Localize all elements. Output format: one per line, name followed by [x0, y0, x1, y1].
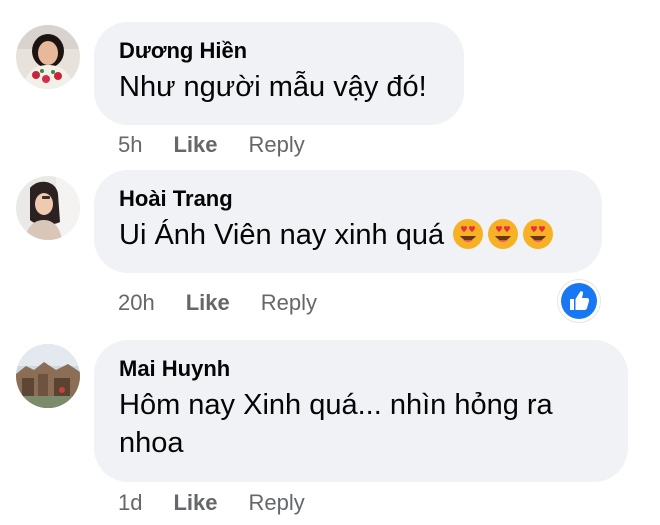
comment-author[interactable]: Hoài Trang — [119, 186, 576, 212]
comment-timestamp[interactable]: 5h — [118, 132, 142, 158]
comment-actions: 1d Like Reply — [118, 490, 336, 516]
comment-author[interactable]: Dương Hiền — [119, 38, 438, 64]
comment-author[interactable]: Mai Huynh — [119, 356, 602, 382]
heart-eyes-emoji — [453, 219, 484, 249]
profile-photo-icon — [16, 344, 80, 408]
heart-eyes-emoji — [523, 219, 554, 249]
profile-photo-icon — [16, 176, 80, 240]
comment-actions: 5h Like Reply — [118, 132, 336, 158]
avatar[interactable] — [16, 344, 80, 408]
comment-text-content: Ui Ánh Viên nay xinh quá — [119, 219, 445, 251]
reply-button[interactable]: Reply — [261, 290, 317, 316]
like-button[interactable]: Like — [173, 132, 217, 158]
comment-bubble: Hoài Trang Ui Ánh Viên nay xinh quá — [94, 170, 602, 273]
comment-text: Như người mẫu vậy đó! — [119, 71, 427, 103]
comment-timestamp[interactable]: 1d — [118, 490, 142, 516]
reply-button[interactable]: Reply — [249, 132, 305, 158]
avatar[interactable] — [16, 176, 80, 240]
avatar[interactable] — [16, 25, 80, 89]
comment-actions: 20h Like Reply — [118, 290, 348, 316]
comment-text: Hôm nay Xinh quá... nhìn hỏng ra nhoa — [119, 389, 553, 459]
like-button[interactable]: Like — [186, 290, 230, 316]
heart-eyes-emoji — [488, 219, 519, 249]
like-reaction-icon — [561, 283, 597, 319]
emoji-group — [452, 218, 557, 260]
comment-bubble: Dương Hiền Như người mẫu vậy đó! — [94, 22, 464, 125]
comments-section: Dương Hiền Như người mẫu vậy đó! 5h Like R… — [0, 0, 660, 525]
like-button[interactable]: Like — [173, 490, 217, 516]
profile-photo-icon — [16, 25, 80, 89]
reaction-badge[interactable] — [558, 280, 600, 322]
comment-text: Ui Ánh Viên nay xinh quá — [119, 216, 576, 260]
comment-bubble: Mai Huynh Hôm nay Xinh quá... nhìn hỏng … — [94, 340, 628, 482]
comment-timestamp[interactable]: 20h — [118, 290, 155, 316]
reply-button[interactable]: Reply — [249, 490, 305, 516]
